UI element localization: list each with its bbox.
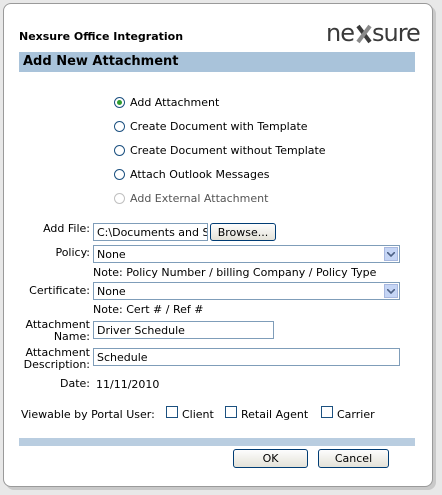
svg-text:sure: sure <box>372 19 420 47</box>
radio-create-without-template[interactable] <box>114 144 125 156</box>
viewable-label: Viewable by Portal User: <box>21 408 155 421</box>
option-add-attachment[interactable]: Add Attachment <box>114 94 219 110</box>
add-file-label: Add File: <box>43 222 90 235</box>
dialog-window: Nexsure Office Integration ne sure Add N… <box>3 3 433 487</box>
certificate-note: Note: Cert # / Ref # <box>93 303 204 316</box>
option-label: Create Document with Template <box>130 119 308 133</box>
nexsure-logo: ne sure <box>324 18 422 48</box>
option-label: Add Attachment <box>130 95 220 109</box>
client-checkbox[interactable] <box>166 406 178 418</box>
policy-select[interactable]: None <box>93 245 400 263</box>
option-add-external: Add External Attachment <box>114 190 268 206</box>
option-attach-outlook[interactable]: Attach Outlook Messages <box>114 166 269 182</box>
cancel-button[interactable]: Cancel <box>318 449 389 468</box>
svg-text:ne: ne <box>326 19 354 47</box>
carrier-label: Carrier <box>337 408 375 421</box>
add-file-input[interactable]: C:\Documents and Settings <box>93 223 208 241</box>
certificate-select[interactable]: None <box>93 282 400 300</box>
logo-x-mark <box>356 24 372 44</box>
option-create-with-template[interactable]: Create Document with Template <box>114 118 308 134</box>
date-value: 11/11/2010 <box>96 378 160 391</box>
chevron-down-icon[interactable] <box>384 247 398 261</box>
attachment-name-label: Attachment Name: <box>14 319 91 343</box>
chevron-down-icon[interactable] <box>384 284 398 298</box>
option-label: Add External Attachment <box>130 191 269 205</box>
certificate-label: Certificate: <box>29 284 90 297</box>
option-label: Create Document without Template <box>130 143 326 157</box>
attachment-name-input[interactable]: Driver Schedule <box>93 321 274 339</box>
browse-button[interactable]: Browse... <box>210 223 276 241</box>
ok-button[interactable]: OK <box>233 449 308 468</box>
radio-add-external <box>114 192 125 204</box>
attachment-description-input[interactable]: Schedule <box>93 348 400 366</box>
footer-separator <box>19 438 415 446</box>
option-label: Attach Outlook Messages <box>130 167 270 181</box>
radio-create-with-template[interactable] <box>114 120 125 132</box>
section-header: Add New Attachment <box>19 52 415 72</box>
policy-label: Policy: <box>55 246 90 259</box>
client-label: Client <box>182 408 214 421</box>
date-label: Date: <box>60 377 90 390</box>
retail-agent-checkbox[interactable] <box>225 406 237 418</box>
certificate-value: None <box>97 285 126 298</box>
app-title: Nexsure Office Integration <box>19 30 184 43</box>
policy-value: None <box>97 248 126 261</box>
carrier-checkbox[interactable] <box>321 406 333 418</box>
attachment-description-label: Attachment Description: <box>14 347 90 371</box>
policy-note: Note: Policy Number / billing Company / … <box>93 266 377 279</box>
attachment-name-label-line2: Name: <box>53 330 90 343</box>
section-title: Add New Attachment <box>23 54 179 69</box>
radio-attach-outlook[interactable] <box>114 168 125 180</box>
radio-add-attachment[interactable] <box>114 96 125 108</box>
option-create-without-template[interactable]: Create Document without Template <box>114 142 326 158</box>
attachment-description-label-line2: Description: <box>23 358 90 371</box>
retail-agent-label: Retail Agent <box>241 408 309 421</box>
